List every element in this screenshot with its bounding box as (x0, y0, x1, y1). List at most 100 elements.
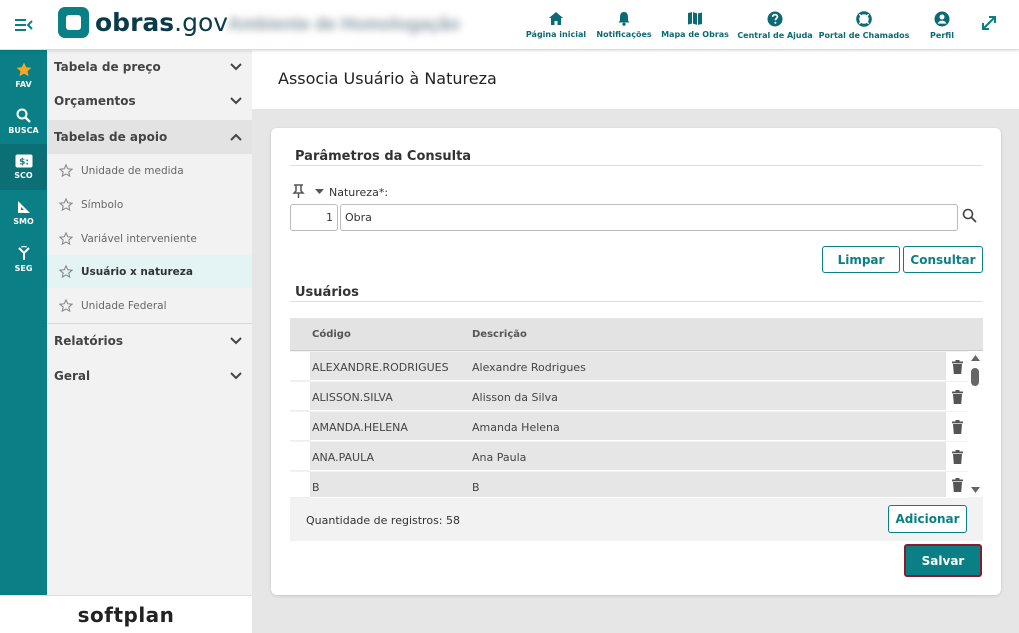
table-row[interactable]: ALEXANDRE.RODRIGUES Alexandre Rodrigues (290, 352, 983, 382)
star-outline-icon[interactable] (59, 265, 73, 278)
section-divider (290, 301, 983, 302)
form-card: Parâmetros da Consulta Natureza*: Limpar… (271, 128, 1001, 595)
lookup-search-icon[interactable] (962, 208, 977, 223)
star-outline-icon[interactable] (59, 299, 73, 312)
cell-code: AMANDA.HELENA (312, 421, 408, 434)
users-section-title: Usuários (295, 285, 359, 300)
trash-icon (951, 359, 963, 374)
rail-item-sco[interactable]: $: SCO (0, 144, 47, 190)
trash-icon (951, 419, 963, 434)
chevron-down-icon (230, 63, 242, 71)
save-button[interactable]: Salvar (904, 544, 982, 577)
pin-icon[interactable] (292, 184, 305, 198)
nav-help-center[interactable]: Central de Ajuda (737, 0, 813, 50)
sidebar-section-geral[interactable]: Geral (47, 359, 252, 393)
scroll-up-icon[interactable] (971, 355, 980, 361)
nav-ticket-portal[interactable]: Portal de Chamados (819, 0, 909, 50)
obras-gov-logo[interactable]: obras.gov (58, 7, 228, 38)
trash-icon (951, 478, 963, 492)
svg-text:$:: $: (19, 158, 29, 168)
cell-description: B (472, 481, 480, 494)
delete-row-button[interactable] (946, 412, 968, 441)
expand-icon (982, 16, 996, 30)
delete-row-button[interactable] (946, 352, 968, 381)
delete-row-button[interactable] (946, 442, 968, 471)
menu-collapse-button[interactable] (0, 0, 47, 50)
sidebar-item-usuario-x-natureza[interactable]: Usuário x natureza (47, 255, 252, 288)
nav-map[interactable]: Mapa de Obras (661, 0, 729, 50)
star-outline-icon[interactable] (59, 232, 73, 245)
top-bar: obras.gov Ambiente de Homologação Página… (0, 0, 1019, 50)
user-icon (934, 11, 950, 26)
sidebar-section-tabelas-de-apoio[interactable]: Tabelas de apoio (47, 120, 252, 154)
sidebar: Tabela de preço Orçamentos Tabelas de ap… (47, 50, 252, 595)
environment-label: Ambiente de Homologação (228, 14, 461, 34)
rail-item-busca[interactable]: BUSCA (0, 98, 47, 144)
logo-mark (58, 7, 89, 38)
cell-description: Alisson da Silva (472, 391, 558, 404)
table-row[interactable]: B B (290, 472, 983, 498)
sidebar-section-orcamentos[interactable]: Orçamentos (47, 84, 252, 118)
page-header: Associa Usuário à Natureza (252, 50, 1019, 109)
column-header-description[interactable]: Descrição (472, 329, 527, 340)
rail-item-seg[interactable]: SEG (0, 236, 47, 282)
star-outline-icon[interactable] (59, 198, 73, 211)
sidebar-section-relatorios[interactable]: Relatórios (47, 324, 252, 358)
natureza-label: Natureza*: (329, 186, 389, 199)
module-rail: FAV BUSCA $: SCO SMO SEG (0, 50, 47, 595)
delete-row-button[interactable] (946, 382, 968, 411)
sidebar-section-tabela-de-preco[interactable]: Tabela de preço (47, 50, 252, 84)
chevron-up-icon (230, 133, 242, 141)
grid-scrollbar[interactable] (968, 351, 983, 497)
fullscreen-button[interactable] (980, 14, 998, 37)
grid-header: Código Descrição (290, 318, 983, 351)
help-icon (767, 11, 783, 26)
natureza-code-input[interactable] (290, 204, 338, 231)
home-icon (549, 12, 563, 25)
menu-collapse-icon (14, 19, 33, 31)
column-header-code[interactable]: Código (312, 329, 351, 340)
add-button[interactable]: Adicionar (888, 505, 967, 533)
rail-item-smo[interactable]: SMO (0, 190, 47, 236)
users-grid: Código Descrição ALEXANDRE.RODRIGUES Ale… (290, 318, 983, 541)
fork-icon (17, 245, 30, 260)
sidebar-item-variavel-interveniente[interactable]: Variável interveniente (47, 222, 252, 255)
cell-code: ALISSON.SILVA (312, 391, 393, 404)
cell-code: ALEXANDRE.RODRIGUES (312, 361, 449, 374)
lifebuoy-icon (856, 10, 872, 27)
params-section-title: Parâmetros da Consulta (295, 149, 472, 164)
caret-down-icon[interactable] (315, 189, 324, 195)
chevron-down-icon (230, 97, 242, 105)
scroll-thumb[interactable] (971, 368, 979, 386)
trash-icon (951, 449, 963, 464)
table-row[interactable]: ANA.PAULA Ana Paula (290, 442, 983, 472)
nav-notifications[interactable]: Notificações (596, 0, 652, 50)
nav-profile[interactable]: Perfil (920, 0, 964, 50)
sidebar-item-unidade-federal[interactable]: Unidade Federal (47, 289, 252, 322)
page-title: Associa Usuário à Natureza (278, 69, 497, 88)
query-button[interactable]: Consultar (903, 246, 983, 273)
sidebar-item-unidade-de-medida[interactable]: Unidade de medida (47, 154, 252, 187)
search-icon (16, 108, 31, 123)
ruler-icon (17, 201, 30, 213)
cell-code: ANA.PAULA (312, 451, 374, 464)
delete-row-button[interactable] (946, 472, 968, 498)
map-icon (688, 12, 702, 25)
cell-description: Alexandre Rodrigues (472, 361, 586, 374)
rail-item-fav[interactable]: FAV (0, 52, 47, 98)
record-count: Quantidade de registros: 58 (306, 514, 460, 527)
scroll-down-icon[interactable] (971, 487, 980, 493)
sidebar-item-simbolo[interactable]: Símbolo (47, 188, 252, 221)
natureza-name-input[interactable] (340, 204, 958, 231)
section-divider (290, 165, 983, 166)
chevron-down-icon (230, 337, 242, 345)
table-row[interactable]: ALISSON.SILVA Alisson da Silva (290, 382, 983, 412)
chevron-down-icon (230, 372, 242, 380)
bell-icon (618, 12, 630, 26)
table-row[interactable]: AMANDA.HELENA Amanda Helena (290, 412, 983, 442)
star-icon (16, 62, 31, 76)
clear-button[interactable]: Limpar (822, 246, 900, 273)
star-outline-icon[interactable] (59, 164, 73, 177)
trash-icon (951, 389, 963, 404)
nav-home[interactable]: Página inicial (526, 0, 586, 50)
